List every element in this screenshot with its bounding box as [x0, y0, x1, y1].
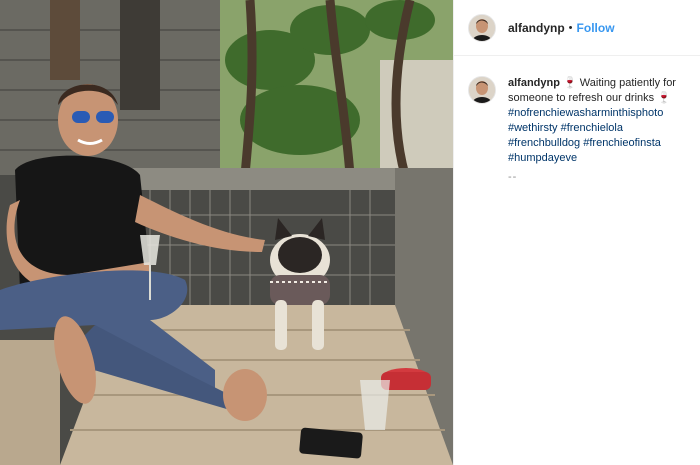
post-sidebar: alfandynp • Follow alfandynp 🍷 Waiting p…	[453, 0, 700, 465]
hashtag-link[interactable]: #humpdayeve	[508, 151, 680, 166]
post-photo[interactable]	[0, 0, 453, 465]
caption-text-block: alfandynp 🍷 Waiting patiently for someon…	[508, 76, 680, 185]
hashtag-link[interactable]: #wethirsty	[508, 122, 558, 134]
hashtag-link[interactable]: #nofrenchiewasharminthisphoto	[508, 106, 680, 121]
hashtag-link[interactable]: #frenchielola	[561, 122, 623, 134]
more-indicator[interactable]: --	[508, 170, 680, 185]
avatar-icon	[469, 77, 495, 103]
caption-username[interactable]: alfandynp	[508, 77, 560, 89]
hashtag-link[interactable]: #frenchbulldog	[508, 137, 580, 149]
instagram-post: alfandynp • Follow alfandynp 🍷 Waiting p…	[0, 0, 700, 465]
hashtag-link[interactable]: #frenchieofinsta	[583, 137, 661, 149]
caption-user-avatar[interactable]	[468, 76, 496, 104]
follow-button[interactable]: Follow	[577, 21, 615, 35]
header-username[interactable]: alfandynp	[508, 21, 565, 35]
photo-man-with-french-bulldog	[0, 0, 453, 465]
separator-dot: •	[568, 21, 573, 34]
post-header: alfandynp • Follow	[454, 0, 700, 56]
caption-comment: alfandynp 🍷 Waiting patiently for someon…	[454, 56, 700, 185]
user-avatar[interactable]	[468, 13, 496, 42]
avatar-icon	[469, 14, 495, 41]
wine-glass-icon: 🍷	[563, 77, 577, 89]
wine-glass-icon: 🍷	[657, 92, 671, 104]
